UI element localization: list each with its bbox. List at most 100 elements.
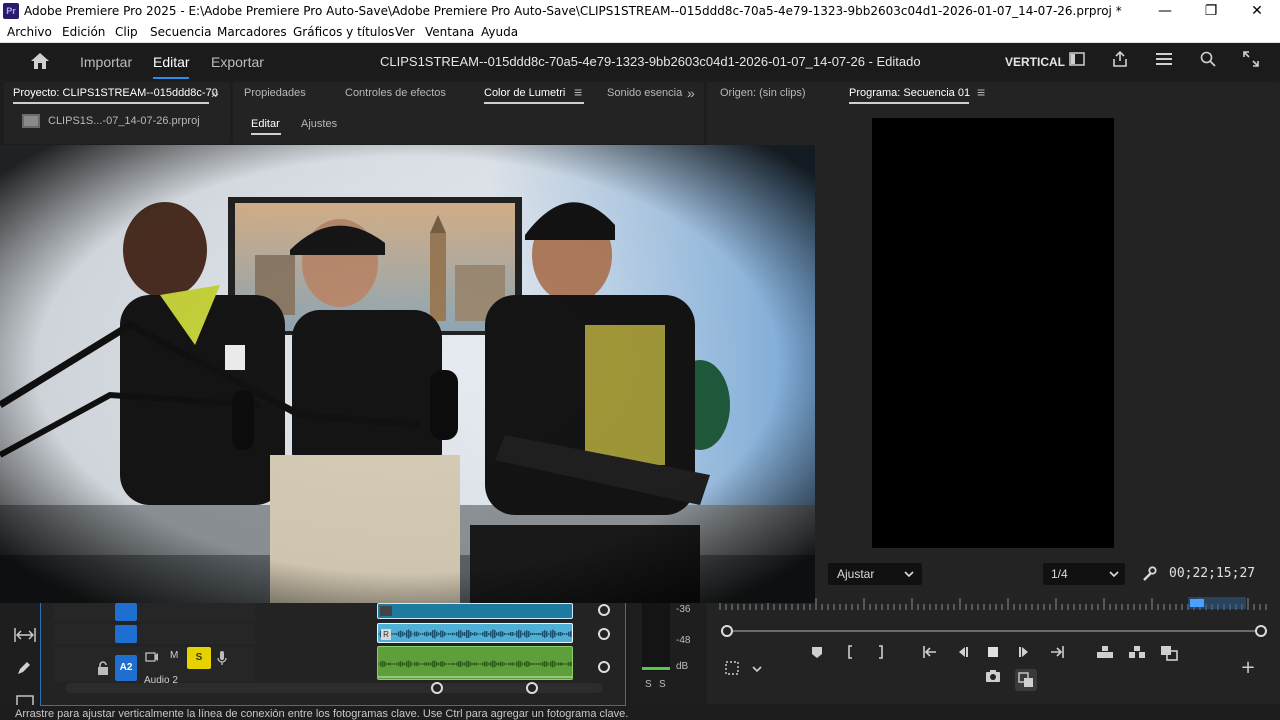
video-clip[interactable] — [377, 603, 573, 619]
project-file-name[interactable]: CLIPS1S...-07_14-07-26.prproj — [48, 115, 200, 127]
menu-lines-icon[interactable] — [1153, 51, 1175, 71]
minimize-button[interactable]: — — [1142, 0, 1188, 23]
audio-waveform — [378, 629, 572, 639]
share-icon[interactable] — [1109, 50, 1131, 71]
pen-tool-icon[interactable] — [16, 660, 32, 676]
lumetri-menu-icon[interactable]: ≡ — [574, 84, 582, 100]
menu-ayuda[interactable]: Ayuda — [481, 25, 518, 39]
menu-archivo[interactable]: Archivo — [7, 25, 52, 39]
waveform-bar — [570, 631, 572, 637]
track-height-handle[interactable] — [598, 604, 610, 616]
go-to-in-icon[interactable] — [920, 645, 940, 665]
menu-secuencia[interactable]: Secuencia — [150, 25, 211, 39]
tab-sonido-esencial[interactable]: Sonido esencia — [607, 87, 683, 99]
program-menu-icon[interactable]: ≡ — [977, 84, 985, 100]
track-a2-target[interactable]: A2 — [115, 655, 137, 681]
chevron-down-icon[interactable] — [752, 666, 762, 673]
tab-origen[interactable]: Origen: (sin clips) — [720, 87, 806, 99]
rectangle-tool-icon[interactable] — [16, 695, 34, 705]
fit-dropdown[interactable]: Ajustar — [828, 563, 922, 585]
home-icon[interactable] — [30, 52, 50, 70]
nav-editar[interactable]: Editar — [153, 54, 190, 70]
step-forward-icon[interactable] — [1015, 645, 1035, 665]
go-to-out-icon[interactable] — [1047, 645, 1067, 665]
meter-solo-right[interactable]: S — [659, 679, 666, 690]
panel-layout-icon[interactable] — [1066, 51, 1088, 71]
expand-panels-icon[interactable]: » — [211, 85, 219, 101]
track-target-v[interactable] — [115, 603, 137, 621]
waveform-bar — [406, 630, 408, 638]
solo-button[interactable]: S — [187, 647, 211, 669]
scrollbar-handle-right[interactable] — [526, 682, 538, 694]
restore-button[interactable]: ❐ — [1188, 0, 1234, 23]
menu-clip[interactable]: Clip — [115, 25, 138, 39]
proxy-toggle-button[interactable] — [1015, 669, 1037, 691]
tools-panel — [0, 603, 38, 706]
tab-propiedades[interactable]: Propiedades — [244, 87, 306, 99]
project-panel: Proyecto: CLIPS1STREAM--015ddd8c-70 » CL… — [4, 82, 230, 144]
program-timecode[interactable]: 00;22;15;27 — [1169, 566, 1255, 581]
search-icon[interactable] — [1197, 51, 1219, 71]
waveform-bar — [392, 663, 394, 665]
menu-marcadores[interactable]: Marcadores — [217, 25, 287, 39]
track-height-handle[interactable] — [598, 628, 610, 640]
step-back-icon[interactable] — [952, 645, 972, 665]
add-button-icon[interactable]: + — [1238, 658, 1258, 678]
sync-lock-icon[interactable] — [145, 652, 159, 662]
voiceover-mic-icon[interactable] — [217, 650, 227, 666]
menu-graficos[interactable]: Gráficos y títulos — [293, 25, 394, 39]
fullscreen-icon[interactable] — [1240, 51, 1262, 71]
lock-icon[interactable] — [97, 661, 109, 675]
waveform-bar — [472, 632, 474, 636]
scroll-handle-left[interactable] — [721, 625, 733, 637]
tab-programa[interactable]: Programa: Secuencia 01 — [849, 87, 970, 99]
lift-icon[interactable] — [1095, 645, 1115, 665]
waveform-bar — [442, 630, 444, 638]
meter-solo-left[interactable]: S — [645, 679, 652, 690]
safe-margins-icon[interactable] — [722, 660, 742, 680]
slip-tool-icon[interactable] — [14, 627, 36, 643]
video-preview[interactable] — [0, 145, 815, 603]
export-frame-icon[interactable] — [983, 669, 1003, 689]
nav-exportar[interactable]: Exportar — [211, 54, 264, 70]
menu-ventana[interactable]: Ventana — [425, 25, 474, 39]
program-scroll-track[interactable] — [727, 630, 1261, 632]
subtab-ajustes[interactable]: Ajustes — [301, 118, 337, 130]
menu-edicion[interactable]: Edición — [62, 25, 105, 39]
stop-icon[interactable] — [983, 645, 1003, 665]
extract-icon[interactable] — [1127, 645, 1147, 665]
mark-out-icon[interactable] — [870, 645, 890, 665]
expand-panels-icon[interactable]: » — [687, 85, 695, 101]
waveform-bar — [554, 630, 556, 638]
tab-color-lumetri[interactable]: Color de Lumetri — [484, 87, 565, 99]
timeline-horizontal-scrollbar[interactable] — [66, 683, 603, 693]
waveform-bar — [426, 631, 428, 637]
nav-importar[interactable]: Importar — [80, 54, 132, 70]
add-marker-icon[interactable] — [807, 645, 827, 665]
waveform-bar — [472, 663, 474, 665]
audio-clip-a2[interactable] — [377, 646, 573, 680]
audio-clip-a1[interactable]: R — [377, 623, 573, 643]
waveform-bar — [424, 632, 426, 636]
subtab-editar[interactable]: Editar — [251, 118, 280, 130]
comparison-view-icon[interactable] — [1159, 645, 1179, 665]
tab-controles-efectos[interactable]: Controles de efectos — [345, 87, 446, 99]
menu-ver[interactable]: Ver — [395, 25, 415, 39]
mark-in-icon[interactable] — [841, 645, 861, 665]
close-button[interactable]: ✕ — [1234, 0, 1280, 23]
program-monitor-screen[interactable] — [872, 118, 1114, 548]
wrench-icon[interactable] — [1141, 566, 1157, 582]
resolution-dropdown[interactable]: 1/4 — [1043, 563, 1125, 585]
mute-button[interactable]: M — [170, 650, 178, 661]
track-target-a1[interactable] — [115, 625, 137, 643]
waveform-bar — [494, 630, 496, 638]
waveform-bar — [530, 632, 532, 636]
workspace-name[interactable]: VERTICAL — [1005, 55, 1065, 69]
waveform-bar — [486, 661, 488, 667]
tab-proyecto[interactable]: Proyecto: CLIPS1STREAM--015ddd8c-70 — [13, 87, 218, 99]
scroll-handle-right[interactable] — [1255, 625, 1267, 637]
waveform-bar — [480, 663, 482, 665]
track-height-handle[interactable] — [598, 661, 610, 673]
waveform-bar — [482, 632, 484, 636]
scrollbar-handle-left[interactable] — [431, 682, 443, 694]
